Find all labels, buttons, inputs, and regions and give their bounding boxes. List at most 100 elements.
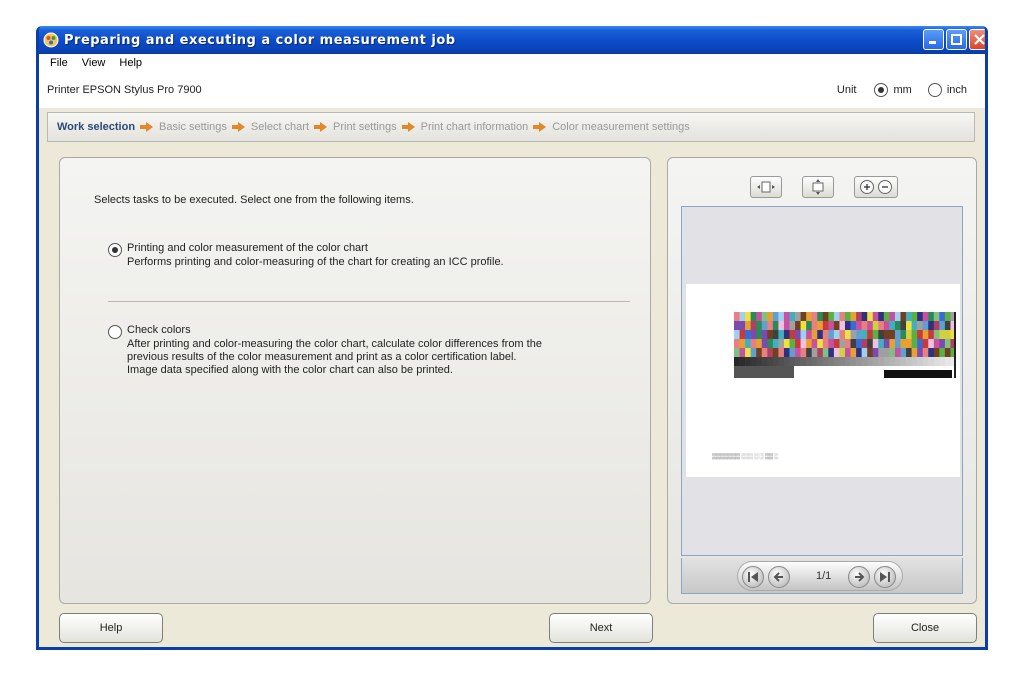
close-window-button[interactable]	[969, 29, 985, 50]
chart-patch	[783, 330, 790, 339]
option-check-colors[interactable]: Check colors After printing and color-me…	[108, 324, 542, 377]
unit-mm-option[interactable]: mm	[874, 83, 912, 97]
chart-patch	[772, 321, 779, 330]
chart-patch	[800, 312, 807, 321]
chart-patch	[933, 357, 940, 366]
chart-patch	[756, 357, 763, 366]
chart-patch	[856, 339, 862, 348]
chart-patch	[850, 348, 857, 357]
chart-patch	[944, 357, 951, 366]
chart-patch	[789, 321, 796, 330]
divider	[108, 301, 630, 302]
chart-patch	[734, 312, 740, 321]
chart-patch	[883, 321, 890, 330]
help-button[interactable]: Help	[59, 613, 163, 643]
next-page-button[interactable]	[848, 566, 870, 588]
chart-patch	[839, 330, 846, 339]
prev-page-icon	[773, 572, 783, 582]
unit-mm-radio[interactable]	[874, 83, 889, 97]
chart-patch	[739, 339, 746, 348]
first-page-button[interactable]	[742, 566, 764, 588]
menu-view[interactable]: View	[75, 57, 113, 69]
chart-patch	[767, 348, 774, 357]
option-description: Performs printing and color-measuring of…	[127, 256, 504, 268]
chart-patch	[850, 312, 857, 321]
chart-patch	[800, 321, 807, 330]
chart-patch	[822, 357, 829, 366]
unit-mm-label: mm	[893, 84, 912, 96]
chart-edge-line	[954, 312, 956, 378]
menu-help[interactable]: Help	[112, 57, 149, 69]
zoom-in-icon[interactable]	[858, 178, 876, 196]
unit-inch-label: inch	[946, 84, 967, 96]
unit-inch-radio[interactable]	[927, 83, 942, 97]
fit-width-icon	[757, 181, 775, 193]
minimize-button[interactable]	[923, 29, 944, 50]
chart-patch	[845, 321, 851, 330]
fit-width-button[interactable]	[750, 176, 782, 198]
chart-patch	[783, 339, 790, 348]
chart-patch	[894, 348, 901, 357]
chart-patch	[867, 348, 874, 357]
page-indicator: 1/1	[816, 570, 832, 582]
first-page-icon	[748, 572, 758, 582]
chart-patch	[745, 312, 751, 321]
chart-patch	[856, 357, 862, 366]
step-print-chart-information: Print chart information	[420, 121, 529, 133]
chart-patch	[878, 339, 885, 348]
chart-patch	[911, 312, 918, 321]
chart-patch	[761, 312, 768, 321]
chart-patch	[822, 312, 829, 321]
chart-patch	[928, 348, 935, 357]
chart-patch	[739, 312, 746, 321]
chart-patch	[761, 330, 768, 339]
chart-patch	[889, 330, 896, 339]
chart-patch	[795, 312, 801, 321]
chart-patch	[828, 330, 835, 339]
chart-patch	[939, 339, 946, 348]
chart-patch	[828, 348, 835, 357]
main-window: Preparing and executing a color measurem…	[36, 26, 988, 650]
chart-patch	[839, 312, 846, 321]
last-page-button[interactable]	[874, 566, 896, 588]
chart-patch	[911, 330, 918, 339]
close-button[interactable]: Close	[873, 613, 977, 643]
chart-patch	[783, 357, 790, 366]
chart-patch	[828, 321, 835, 330]
chart-patch	[833, 321, 840, 330]
option-print-and-measure[interactable]: Printing and color measurement of the co…	[108, 242, 504, 269]
option-description-line: previous results of the color measuremen…	[127, 351, 517, 363]
prev-page-button[interactable]	[768, 566, 790, 588]
chart-patch	[906, 312, 912, 321]
printer-name: Printer EPSON Stylus Pro 7900	[47, 84, 202, 96]
chart-patch	[772, 357, 779, 366]
chart-patch	[767, 330, 774, 339]
maximize-button[interactable]	[946, 29, 967, 50]
option-print-and-measure-radio[interactable]	[108, 243, 122, 257]
option-check-colors-radio[interactable]	[108, 325, 122, 339]
chart-patch	[933, 330, 940, 339]
unit-label: Unit	[836, 84, 857, 96]
step-print-settings: Print settings	[333, 121, 397, 133]
menu-bar: File View Help	[39, 54, 985, 72]
fit-height-button[interactable]	[802, 176, 834, 198]
chart-black-band	[884, 370, 952, 378]
chart-patch	[922, 339, 929, 348]
unit-inch-option[interactable]: inch	[927, 83, 967, 97]
chart-patch	[745, 339, 751, 348]
chart-patch	[783, 348, 790, 357]
menu-file[interactable]: File	[43, 57, 75, 69]
next-button[interactable]: Next	[549, 613, 653, 643]
chart-patch	[772, 312, 779, 321]
chart-patch	[922, 312, 929, 321]
printer-row: Printer EPSON Stylus Pro 7900 Unit mm in…	[39, 72, 985, 108]
zoom-out-icon[interactable]	[876, 178, 894, 196]
unit-selector: Unit mm inch	[837, 83, 967, 97]
maximize-icon	[951, 34, 962, 45]
title-bar[interactable]: Preparing and executing a color measurem…	[39, 26, 985, 54]
chart-patch	[878, 321, 885, 330]
chart-patch	[845, 312, 851, 321]
chart-patch	[756, 312, 763, 321]
chart-patch	[839, 348, 846, 357]
chart-patch	[750, 321, 757, 330]
